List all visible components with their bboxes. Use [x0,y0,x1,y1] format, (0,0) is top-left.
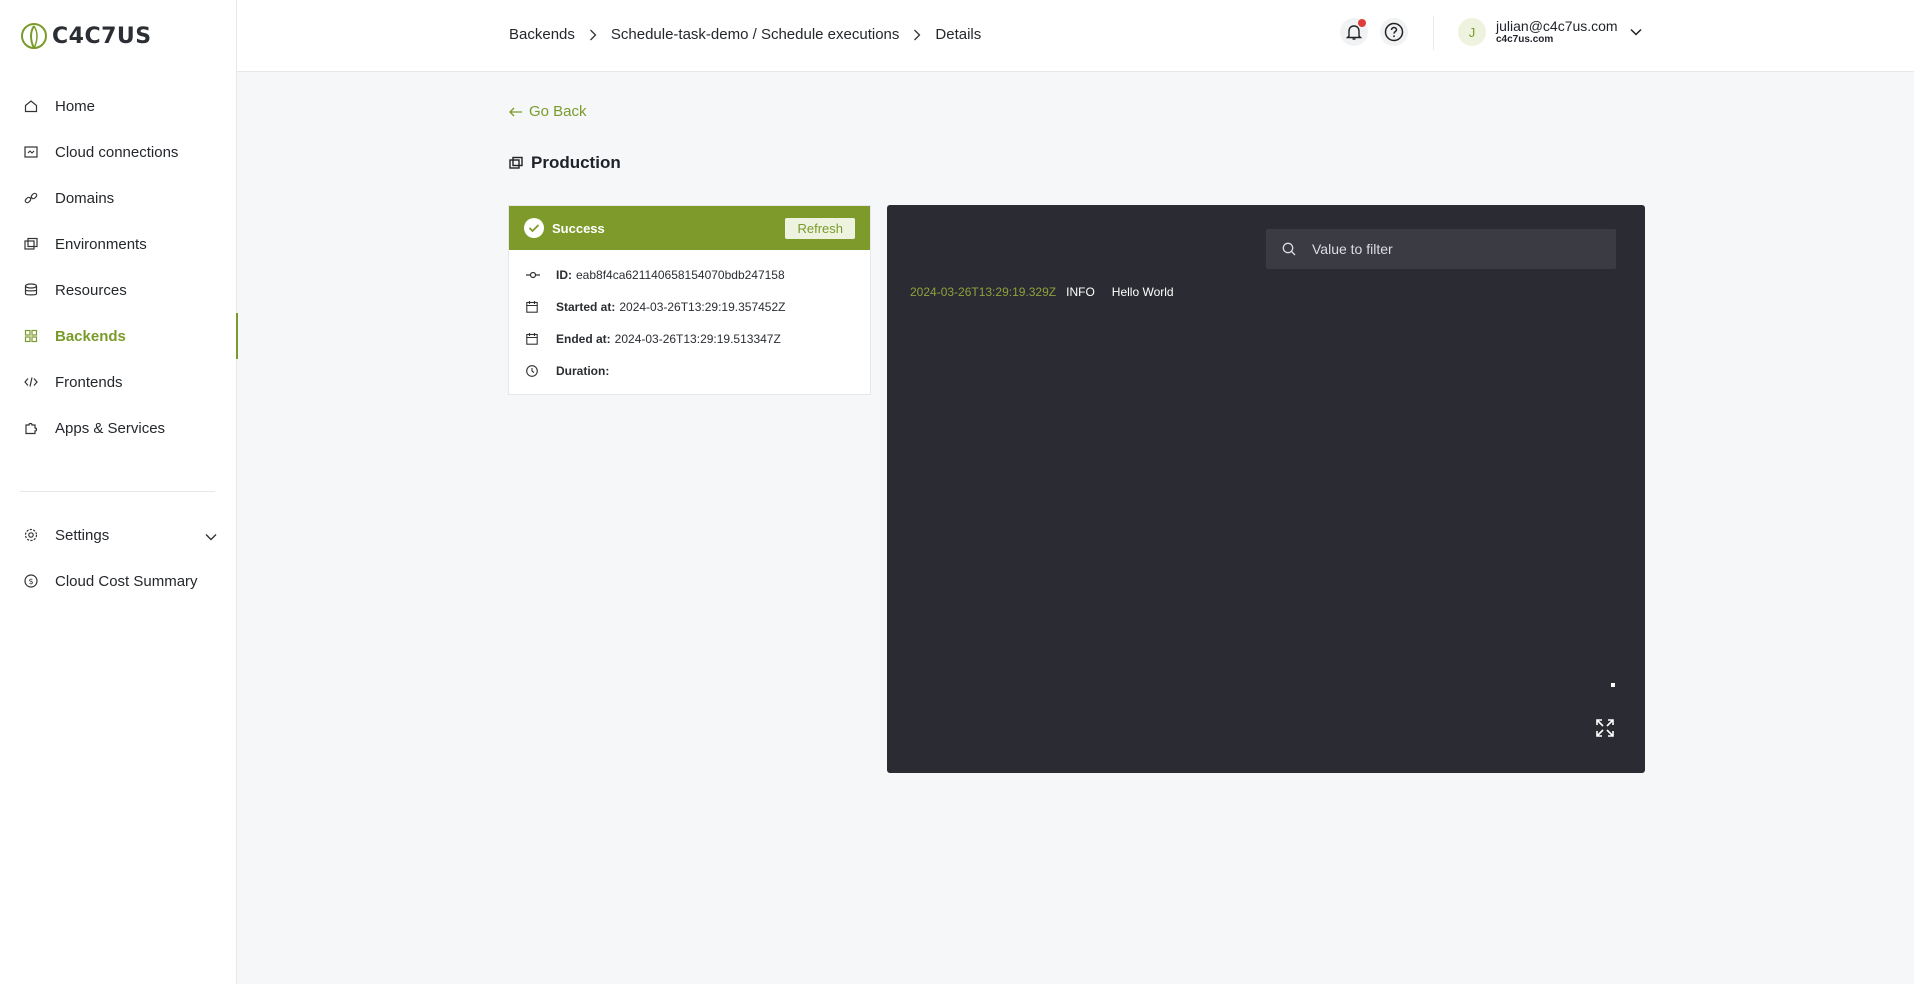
execution-status-card: Success Refresh ID: eab8f4ca621140658154… [508,205,871,395]
sidebar-bottom-nav: Settings $ Cloud Cost Summary [0,512,237,604]
sidebar-item-label: Apps & Services [55,419,166,437]
breadcrumb: Backends Schedule-task-demo / Schedule e… [509,26,981,43]
user-org: c4c7us.com [1496,34,1554,45]
home-icon [24,99,38,113]
commit-icon [526,270,540,280]
expand-icon[interactable] [1595,718,1615,743]
dollar-icon: $ [24,574,38,588]
sidebar-item-label: Frontends [55,373,123,391]
log-level: INFO [1066,285,1095,299]
database-icon [24,283,38,297]
sidebar-item-settings[interactable]: Settings [0,512,237,558]
log-line: 2024-03-26T13:29:19.329Z INFO Hello Worl… [910,285,1174,299]
sidebar-item-label: Settings [55,526,110,544]
avatar: J [1458,18,1486,46]
puzzle-icon [24,421,38,435]
logo-text: C4C7US [52,23,152,49]
log-filter[interactable] [1266,229,1616,269]
duration-row: Duration: [509,355,870,387]
ended-at-row: Ended at: 2024-03-26T13:29:19.513347Z [509,323,870,355]
code-icon [24,375,38,389]
log-message: Hello World [1111,285,1174,299]
ended-value: 2024-03-26T13:29:19.513347Z [614,332,781,346]
user-email: julian@c4c7us.com [1496,18,1618,34]
logo[interactable]: C4C7US [20,22,152,50]
clock-icon [526,365,540,377]
header-actions [1340,18,1408,46]
sidebar-item-frontends[interactable]: Frontends [0,359,237,405]
chevron-down-icon[interactable] [205,528,217,545]
status-header: Success Refresh [509,206,870,250]
sidebar-item-label: Cloud Cost Summary [55,572,198,590]
id-value: eab8f4ca621140658154070bdb247158 [576,268,785,282]
gear-icon [24,528,38,542]
calendar-icon [526,301,540,313]
logo-mark-icon [21,23,47,49]
user-info: julian@c4c7us.com c4c7us.com [1496,18,1618,46]
ended-label: Ended at: [556,332,611,346]
cloud-connections-icon [24,145,38,159]
duration-label: Duration: [556,364,610,378]
sidebar-item-home[interactable]: Home [0,83,237,129]
sidebar-nav: Home Cloud connections Domains Environme… [0,83,238,451]
link-icon [24,191,38,205]
header-divider [1433,16,1434,50]
sidebar-item-environments[interactable]: Environments [0,221,237,267]
environments-icon [24,237,38,251]
execution-details: ID: eab8f4ca621140658154070bdb247158 Sta… [509,250,870,387]
started-label: Started at: [556,300,616,314]
sidebar-divider [20,491,215,492]
notifications-button[interactable] [1340,18,1368,46]
check-circle-icon [524,218,544,238]
notification-badge [1358,19,1366,27]
go-back-label: Go Back [529,103,587,120]
user-menu[interactable]: J julian@c4c7us.com c4c7us.com [1458,18,1642,46]
sidebar-item-label: Environments [55,235,147,253]
sidebar-item-backends[interactable]: Backends [0,313,238,359]
sidebar-item-label: Home [55,97,96,115]
go-back-link[interactable]: Go Back [509,103,587,120]
id-label: ID: [556,268,572,282]
arrow-left-icon [509,107,522,116]
status-badge: Success [552,220,605,236]
page-title-text: Production [531,153,621,172]
sidebar-item-domains[interactable]: Domains [0,175,237,221]
chevron-down-icon[interactable] [1630,28,1642,36]
top-header: Backends Schedule-task-demo / Schedule e… [237,0,1914,72]
calendar-icon [526,333,540,345]
sidebar-item-label: Resources [55,281,127,299]
grid-icon [24,329,38,343]
sidebar-item-apps-services[interactable]: Apps & Services [0,405,237,451]
log-cursor [1611,683,1615,687]
environments-icon [509,156,523,169]
sidebar-item-cloud-cost-summary[interactable]: $ Cloud Cost Summary [0,558,237,604]
sidebar-item-resources[interactable]: Resources [0,267,237,313]
chevron-right-icon [913,29,921,41]
started-at-row: Started at: 2024-03-26T13:29:19.357452Z [509,291,870,323]
sidebar-item-label: Cloud connections [55,143,179,161]
help-button[interactable] [1380,18,1408,46]
log-filter-input[interactable] [1312,241,1572,257]
started-value: 2024-03-26T13:29:19.357452Z [619,300,786,314]
log-viewer[interactable]: 2024-03-26T13:29:19.329Z INFO Hello Worl… [887,205,1645,773]
log-timestamp: 2024-03-26T13:29:19.329Z [910,285,1057,299]
svg-text:$: $ [28,577,33,586]
refresh-button[interactable]: Refresh [785,217,855,239]
breadcrumb-item-backends[interactable]: Backends [509,26,575,43]
help-icon [1384,22,1404,42]
breadcrumb-item-details: Details [935,26,982,43]
search-icon [1282,242,1296,256]
page-title: Production [509,153,621,173]
sidebar-item-label: Backends [55,327,126,345]
execution-id-row: ID: eab8f4ca621140658154070bdb247158 [509,259,870,291]
sidebar-item-label: Domains [55,189,115,207]
sidebar: C4C7US Home Cloud connections Domains En… [0,0,238,984]
breadcrumb-item-schedule-executions[interactable]: Schedule-task-demo / Schedule executions [611,26,900,43]
chevron-right-icon [589,29,597,41]
sidebar-item-cloud-connections[interactable]: Cloud connections [0,129,237,175]
